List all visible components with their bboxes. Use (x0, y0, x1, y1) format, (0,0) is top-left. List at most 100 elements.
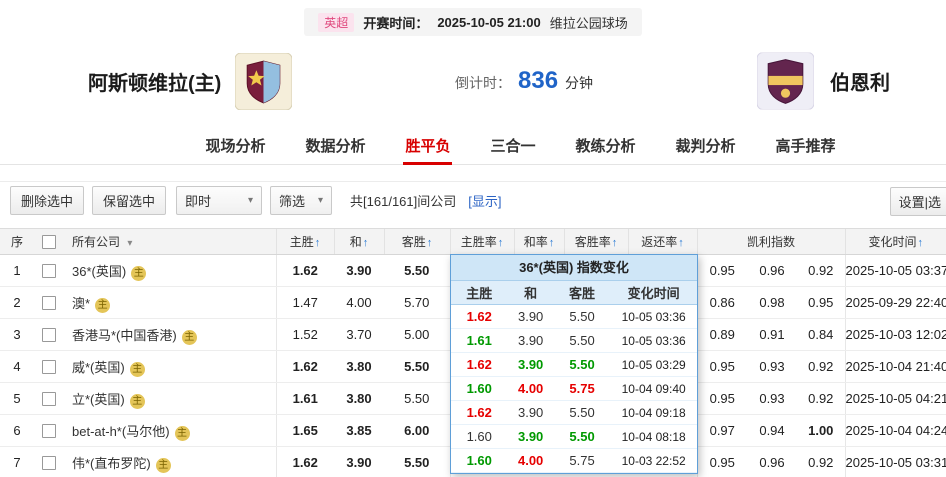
kelly-index-cell: 0.96 (747, 255, 797, 287)
company-cell[interactable]: 36*(英国)主 (64, 255, 276, 287)
filter-select[interactable]: 筛选 ▾ (270, 186, 332, 215)
row-checkbox-cell (34, 383, 64, 415)
home-odds-cell: 1.52 (276, 319, 334, 351)
col-away-rate[interactable]: 客胜率↑ (564, 229, 628, 255)
home-odds-cell: 1.47 (276, 287, 334, 319)
tab-three-in-one[interactable]: 三合一 (490, 126, 535, 164)
col-change-time[interactable]: 变化时间↑ (845, 229, 946, 255)
away-odds-cell: 5.50 (384, 255, 450, 287)
sort-up-icon: ↑ (678, 237, 684, 249)
col-draw-odds[interactable]: 和↑ (334, 229, 384, 255)
col-company[interactable]: 所有公司 ▾ (64, 229, 276, 255)
col-draw-rate-label: 和率 (524, 235, 548, 249)
time-mode-select[interactable]: 即时 ▾ (176, 186, 262, 215)
popup-change-time: 10-05 03:36 (610, 329, 697, 353)
time-mode-value: 即时 (185, 191, 211, 210)
tab-expert-recommend[interactable]: 高手推荐 (776, 126, 836, 164)
company-name: 伟*(直布罗陀) (72, 456, 151, 471)
away-odds-cell: 5.50 (384, 351, 450, 383)
row-checkbox[interactable] (42, 456, 56, 470)
company-cell[interactable]: 澳* 主 (64, 287, 276, 319)
delete-selected-button[interactable]: 删除选中 (10, 186, 84, 215)
popup-draw-odds: 3.90 (507, 305, 553, 329)
popup-draw-odds: 4.00 (507, 377, 553, 401)
row-checkbox[interactable] (42, 360, 56, 374)
company-name: 澳* (72, 296, 90, 311)
popup-row: 1.623.905.5010-04 09:18 (451, 401, 697, 425)
popup-draw-odds: 4.00 (507, 449, 553, 473)
popup-home-odds: 1.60 (451, 449, 507, 473)
company-filter-dropdown-icon[interactable]: ▾ (127, 238, 132, 249)
kickoff-time: 2025-10-05 21:00 (437, 15, 540, 30)
col-away-label: 客胜 (402, 235, 426, 249)
row-checkbox-cell (34, 415, 64, 447)
keep-selected-button[interactable]: 保留选中 (92, 186, 166, 215)
popup-row: 1.603.905.5010-04 08:18 (451, 425, 697, 449)
popup-draw-odds: 3.90 (507, 353, 553, 377)
company-cell[interactable]: 威*(英国)主 (64, 351, 276, 383)
col-draw-rate[interactable]: 和率↑ (514, 229, 564, 255)
tab-live-analysis[interactable]: 现场分析 (205, 126, 265, 164)
row-checkbox[interactable] (42, 424, 56, 438)
popup-row: 1.623.905.5010-05 03:29 (451, 353, 697, 377)
filter-value: 筛选 (279, 191, 305, 210)
popup-draw-odds: 3.90 (507, 401, 553, 425)
kelly-index-cell: 0.95 (697, 255, 747, 287)
draw-odds-cell: 3.80 (334, 383, 384, 415)
company-cell[interactable]: 立*(英国)主 (64, 383, 276, 415)
sort-up-icon: ↑ (549, 237, 555, 249)
popup-row: 1.613.905.5010-05 03:36 (451, 329, 697, 353)
away-team-crest-icon (757, 53, 814, 110)
chevron-down-icon: ▾ (318, 195, 323, 206)
row-checkbox[interactable] (42, 296, 56, 310)
draw-odds-cell: 3.70 (334, 319, 384, 351)
settings-button[interactable]: 设置|选 (890, 187, 946, 216)
company-cell[interactable]: 伟*(直布罗陀)主 (64, 447, 276, 477)
row-checkbox[interactable] (42, 328, 56, 342)
home-company-badge: 主 (95, 298, 110, 313)
show-link[interactable]: [显示] (468, 191, 501, 210)
kelly-index-cell: 0.95 (697, 351, 747, 383)
draw-odds-cell: 3.80 (334, 351, 384, 383)
change-time-cell: 2025-10-05 03:31 (845, 447, 946, 477)
select-all-checkbox[interactable] (42, 235, 56, 249)
kelly-index-cell: 0.93 (747, 383, 797, 415)
kelly-index-cell: 0.97 (697, 415, 747, 447)
popup-away-odds: 5.75 (554, 377, 610, 401)
popup-col-away: 客胜 (554, 281, 610, 305)
home-company-badge: 主 (182, 330, 197, 345)
popup-away-odds: 5.75 (554, 449, 610, 473)
tab-bar: 现场分析 数据分析 胜平负 三合一 教练分析 裁判分析 高手推荐 (0, 126, 946, 165)
row-checkbox[interactable] (42, 392, 56, 406)
change-time-cell: 2025-10-04 04:24 (845, 415, 946, 447)
row-index: 3 (0, 319, 34, 351)
col-return-rate[interactable]: 返还率↑ (628, 229, 697, 255)
popup-col-draw: 和 (507, 281, 553, 305)
tab-referee-analysis[interactable]: 裁判分析 (676, 126, 736, 164)
change-time-cell: 2025-09-29 22:40 (845, 287, 946, 319)
row-index: 6 (0, 415, 34, 447)
col-company-label: 所有公司 (72, 235, 120, 249)
col-home-rate[interactable]: 主胜率↑ (450, 229, 514, 255)
row-index: 1 (0, 255, 34, 287)
company-cell[interactable]: 香港马*(中国香港)主 (64, 319, 276, 351)
sort-up-icon: ↑ (612, 237, 618, 249)
row-checkbox[interactable] (42, 264, 56, 278)
popup-table: 主胜 和 客胜 变化时间 1.623.905.5010-05 03:361.61… (451, 281, 697, 473)
countdown-label: 倒计时： (455, 73, 511, 93)
popup-away-odds: 5.50 (554, 425, 610, 449)
sort-up-icon: ↑ (427, 237, 433, 249)
draw-odds-cell: 3.90 (334, 447, 384, 477)
popup-change-time: 10-03 22:52 (610, 449, 697, 473)
col-away-odds[interactable]: 客胜↑ (384, 229, 450, 255)
col-home-odds[interactable]: 主胜↑ (276, 229, 334, 255)
col-change-time-label: 变化时间 (869, 235, 917, 249)
odds-page: 英超 开赛时间： 2025-10-05 21:00 维拉公园球场 阿斯顿维拉(主… (0, 0, 946, 477)
company-cell[interactable]: bet-at-h*(马尔他)主 (64, 415, 276, 447)
tab-data-analysis[interactable]: 数据分析 (305, 126, 365, 164)
col-return-rate-label: 返还率 (641, 235, 677, 249)
odds-change-popup: 36*(英国) 指数变化 主胜 和 客胜 变化时间 1.623.905.5010… (450, 254, 698, 474)
tab-coach-analysis[interactable]: 教练分析 (576, 126, 636, 164)
tab-win-draw-lose[interactable]: 胜平负 (405, 126, 450, 164)
league-badge[interactable]: 英超 (318, 13, 354, 32)
